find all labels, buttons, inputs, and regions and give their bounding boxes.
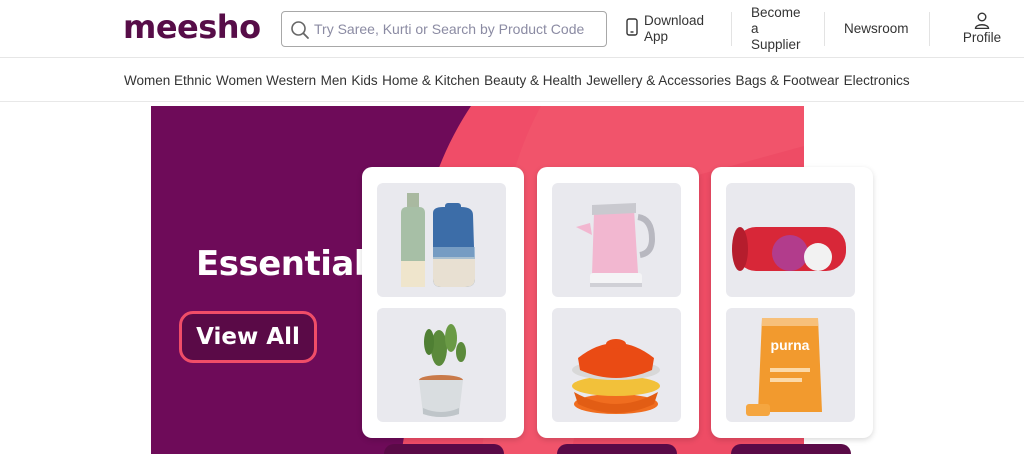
ceramic-bowls-image: [572, 339, 660, 414]
pouch-brand-label: purna: [771, 337, 810, 353]
product-card[interactable]: [362, 167, 524, 438]
potted-cactus-image: [419, 324, 466, 417]
category-bags-footwear[interactable]: Bags & Footwear: [736, 73, 840, 88]
product-tile-pink-electric-kettle[interactable]: [552, 183, 681, 297]
category-men[interactable]: Men: [321, 73, 347, 88]
product-card[interactable]: purna: [711, 167, 873, 438]
nav-divider: [731, 12, 732, 46]
category-jewellery-accessories[interactable]: Jewellery & Accessories: [586, 73, 731, 88]
card-caption-pill: [557, 444, 677, 454]
become-supplier-link[interactable]: Become a Supplier: [751, 5, 811, 53]
nav-divider: [824, 12, 825, 46]
mobile-phone-icon: [626, 18, 638, 36]
download-app-label: Download App: [644, 13, 705, 44]
product-tile-potted-cactus[interactable]: [377, 308, 506, 422]
newsroom-link[interactable]: Newsroom: [844, 21, 909, 37]
product-tile-supplement-pouch[interactable]: purna: [726, 308, 855, 422]
category-electronics[interactable]: Electronics: [844, 73, 910, 88]
search-icon: [291, 21, 309, 39]
category-women-western[interactable]: Women Western: [216, 73, 316, 88]
vases-image: [401, 193, 475, 287]
product-tile-vases[interactable]: [377, 183, 506, 297]
card-caption-pill: [384, 444, 504, 454]
product-tile-foam-roller[interactable]: [726, 183, 855, 297]
banner-title: Essentials: [196, 244, 385, 284]
profile-link[interactable]: Profile: [962, 12, 1002, 46]
user-icon: [974, 12, 990, 29]
category-nav: Women Ethnic Women Western Men Kids Home…: [0, 59, 1024, 102]
download-app-link[interactable]: Download App: [626, 13, 708, 45]
top-header: meesho Download App Become a Supplier Ne…: [0, 0, 1024, 58]
profile-label: Profile: [962, 30, 1002, 45]
nav-divider: [929, 12, 930, 46]
kettle-image: [576, 203, 656, 287]
search-input[interactable]: [314, 18, 599, 40]
card-caption-pill: [731, 444, 851, 454]
category-beauty-health[interactable]: Beauty & Health: [484, 73, 582, 88]
product-tile-ceramic-bowls[interactable]: [552, 308, 681, 422]
foam-roller-image: [732, 227, 846, 271]
category-home-kitchen[interactable]: Home & Kitchen: [382, 73, 480, 88]
meesho-logo[interactable]: meesho: [123, 8, 261, 46]
category-women-ethnic[interactable]: Women Ethnic: [124, 73, 212, 88]
search-box[interactable]: [281, 11, 607, 47]
category-kids[interactable]: Kids: [351, 73, 377, 88]
view-all-button[interactable]: View All: [179, 311, 317, 363]
product-card[interactable]: [537, 167, 699, 438]
supplement-pouch-image: purna: [746, 318, 822, 416]
